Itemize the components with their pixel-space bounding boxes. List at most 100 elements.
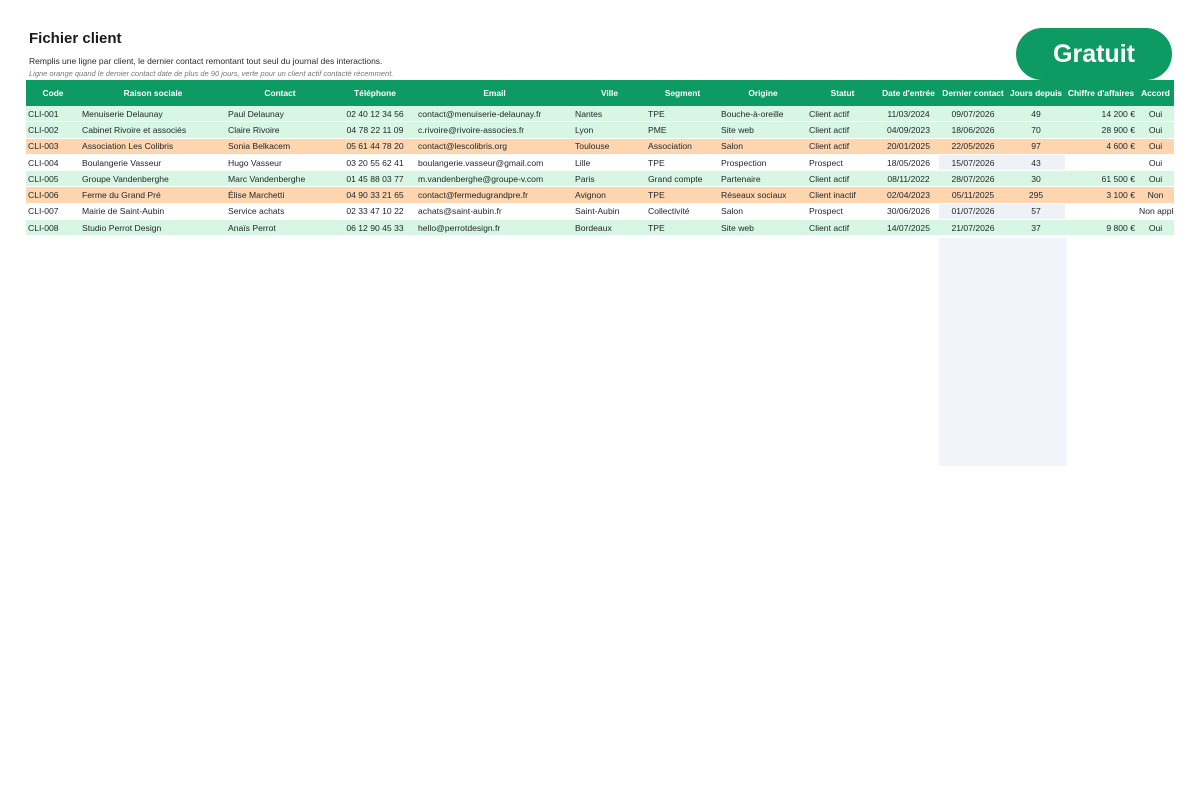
column-header-segment[interactable]: Segment <box>646 80 719 106</box>
cell-ville[interactable]: Lyon <box>573 121 646 139</box>
cell-chiffre-d-affaires[interactable]: 3 100 € <box>1065 186 1137 204</box>
cell-statut[interactable]: Client actif <box>807 106 878 123</box>
cell-jours-depuis[interactable]: 49 <box>1007 106 1065 123</box>
cell-email[interactable]: m.vandenberghe@groupe-v.com <box>416 170 573 188</box>
cell-raison-sociale[interactable]: Association Les Colibris <box>80 138 226 155</box>
cell-dernier-contact[interactable]: 05/11/2025 <box>939 186 1007 204</box>
cell-contact[interactable]: Paul Delaunay <box>226 106 334 123</box>
column-header-date-d-entree[interactable]: Date d'entrée <box>878 80 939 106</box>
cell-accord[interactable]: Oui <box>1137 170 1174 188</box>
cell-origine[interactable]: Partenaire <box>719 170 807 188</box>
cell-origine[interactable]: Prospection <box>719 154 807 172</box>
cell-dernier-contact[interactable]: 18/06/2026 <box>939 121 1007 139</box>
cell-accord[interactable]: Non <box>1137 186 1174 204</box>
cell-raison-sociale[interactable]: Menuiserie Delaunay <box>80 106 226 123</box>
cell-contact[interactable]: Claire Rivoire <box>226 121 334 139</box>
cell-raison-sociale[interactable]: Cabinet Rivoire et associés <box>80 121 226 139</box>
cell-statut[interactable]: Prospect <box>807 203 878 221</box>
cell-jours-depuis[interactable]: 295 <box>1007 186 1065 204</box>
cell-dernier-contact[interactable]: 15/07/2026 <box>939 154 1007 172</box>
column-header-code[interactable]: Code <box>26 80 80 106</box>
cell-chiffre-d-affaires[interactable] <box>1065 203 1137 221</box>
cell-segment[interactable]: TPE <box>646 154 719 172</box>
cell-origine[interactable]: Salon <box>719 138 807 155</box>
cell-code[interactable]: CLI-001 <box>26 106 80 123</box>
cell-statut[interactable]: Client inactif <box>807 186 878 204</box>
cell-code[interactable]: CLI-006 <box>26 186 80 204</box>
cell-jours-depuis[interactable]: 43 <box>1007 154 1065 172</box>
cell-raison-sociale[interactable]: Ferme du Grand Pré <box>80 186 226 204</box>
cell-telephone[interactable]: 04 78 22 11 09 <box>334 121 416 139</box>
cell-accord[interactable]: Oui <box>1137 121 1174 139</box>
cell-code[interactable]: CLI-005 <box>26 170 80 188</box>
cell-jours-depuis[interactable]: 97 <box>1007 138 1065 155</box>
cell-statut[interactable]: Client actif <box>807 219 878 237</box>
cell-accord[interactable]: Oui <box>1137 219 1174 237</box>
cell-segment[interactable]: PME <box>646 121 719 139</box>
cell-telephone[interactable]: 01 45 88 03 77 <box>334 170 416 188</box>
column-header-telephone[interactable]: Téléphone <box>334 80 416 106</box>
cell-accord[interactable]: Oui <box>1137 138 1174 155</box>
cell-email[interactable]: contact@menuiserie-delaunay.fr <box>416 106 573 123</box>
cell-accord[interactable]: Oui <box>1137 106 1174 123</box>
cell-date-d-entree[interactable]: 14/07/2025 <box>878 219 939 237</box>
cell-dernier-contact[interactable]: 09/07/2026 <box>939 106 1007 123</box>
table-row[interactable]: CLI-003 Association Les Colibris Sonia Bel… <box>26 138 1174 155</box>
cell-chiffre-d-affaires[interactable]: 61 500 € <box>1065 170 1137 188</box>
cell-telephone[interactable]: 02 40 12 34 56 <box>334 106 416 123</box>
column-header-statut[interactable]: Statut <box>807 80 878 106</box>
table-row[interactable]: CLI-001 Menuiserie Delaunay Paul Delaunay 0… <box>26 106 1174 123</box>
cell-telephone[interactable]: 04 90 33 21 65 <box>334 186 416 204</box>
cell-dernier-contact[interactable]: 28/07/2026 <box>939 170 1007 188</box>
cell-dernier-contact[interactable]: 21/07/2026 <box>939 219 1007 237</box>
cell-origine[interactable]: Site web <box>719 219 807 237</box>
cell-jours-depuis[interactable]: 30 <box>1007 170 1065 188</box>
cell-segment[interactable]: Grand compte <box>646 170 719 188</box>
cell-contact[interactable]: Service achats <box>226 203 334 221</box>
cell-ville[interactable]: Toulouse <box>573 138 646 155</box>
column-header-raison-sociale[interactable]: Raison sociale <box>80 80 226 106</box>
cell-email[interactable]: contact@fermedugrandpre.fr <box>416 186 573 204</box>
cell-accord[interactable]: Non applicable <box>1137 203 1174 221</box>
column-header-email[interactable]: Email <box>416 80 573 106</box>
cell-date-d-entree[interactable]: 30/06/2026 <box>878 203 939 221</box>
cell-email[interactable]: hello@perrotdesign.fr <box>416 219 573 237</box>
table-row[interactable]: CLI-006 Ferme du Grand Pré Élise Marchetti… <box>26 186 1174 204</box>
cell-jours-depuis[interactable]: 37 <box>1007 219 1065 237</box>
cell-ville[interactable]: Bordeaux <box>573 219 646 237</box>
cell-date-d-entree[interactable]: 04/09/2023 <box>878 121 939 139</box>
cell-email[interactable]: boulangerie.vasseur@gmail.com <box>416 154 573 172</box>
column-header-chiffre-d-affaires[interactable]: Chiffre d'affaires <box>1065 80 1137 106</box>
table-row[interactable]: CLI-007 Mairie de Saint-Aubin Service acha… <box>26 203 1174 221</box>
cell-origine[interactable]: Réseaux sociaux <box>719 186 807 204</box>
cell-raison-sociale[interactable]: Boulangerie Vasseur <box>80 154 226 172</box>
cell-statut[interactable]: Client actif <box>807 121 878 139</box>
cell-email[interactable]: c.rivoire@rivoire-associes.fr <box>416 121 573 139</box>
cell-contact[interactable]: Marc Vandenberghe <box>226 170 334 188</box>
cell-segment[interactable]: TPE <box>646 186 719 204</box>
cell-dernier-contact[interactable]: 01/07/2026 <box>939 203 1007 221</box>
cell-chiffre-d-affaires[interactable]: 28 900 € <box>1065 121 1137 139</box>
cell-chiffre-d-affaires[interactable]: 14 200 € <box>1065 106 1137 123</box>
cell-chiffre-d-affaires[interactable] <box>1065 154 1137 172</box>
cell-ville[interactable]: Saint-Aubin <box>573 203 646 221</box>
cell-code[interactable]: CLI-004 <box>26 154 80 172</box>
cell-contact[interactable]: Anaïs Perrot <box>226 219 334 237</box>
cell-code[interactable]: CLI-008 <box>26 219 80 237</box>
cell-telephone[interactable]: 05 61 44 78 20 <box>334 138 416 155</box>
cell-ville[interactable]: Lille <box>573 154 646 172</box>
cell-code[interactable]: CLI-003 <box>26 138 80 155</box>
cell-email[interactable]: contact@lescolibris.org <box>416 138 573 155</box>
cell-ville[interactable]: Nantes <box>573 106 646 123</box>
cell-date-d-entree[interactable]: 20/01/2025 <box>878 138 939 155</box>
table-row[interactable]: CLI-005 Groupe Vandenberghe Marc Vandenber… <box>26 170 1174 188</box>
column-header-dernier-contact[interactable]: Dernier contact <box>939 80 1007 106</box>
cell-ville[interactable]: Avignon <box>573 186 646 204</box>
cell-origine[interactable]: Site web <box>719 121 807 139</box>
column-header-accord[interactable]: Accord <box>1137 80 1174 106</box>
cell-date-d-entree[interactable]: 18/05/2026 <box>878 154 939 172</box>
cell-raison-sociale[interactable]: Studio Perrot Design <box>80 219 226 237</box>
cell-segment[interactable]: Collectivité <box>646 203 719 221</box>
table-row[interactable]: CLI-002 Cabinet Rivoire et associés Claire… <box>26 121 1174 139</box>
cell-jours-depuis[interactable]: 70 <box>1007 121 1065 139</box>
